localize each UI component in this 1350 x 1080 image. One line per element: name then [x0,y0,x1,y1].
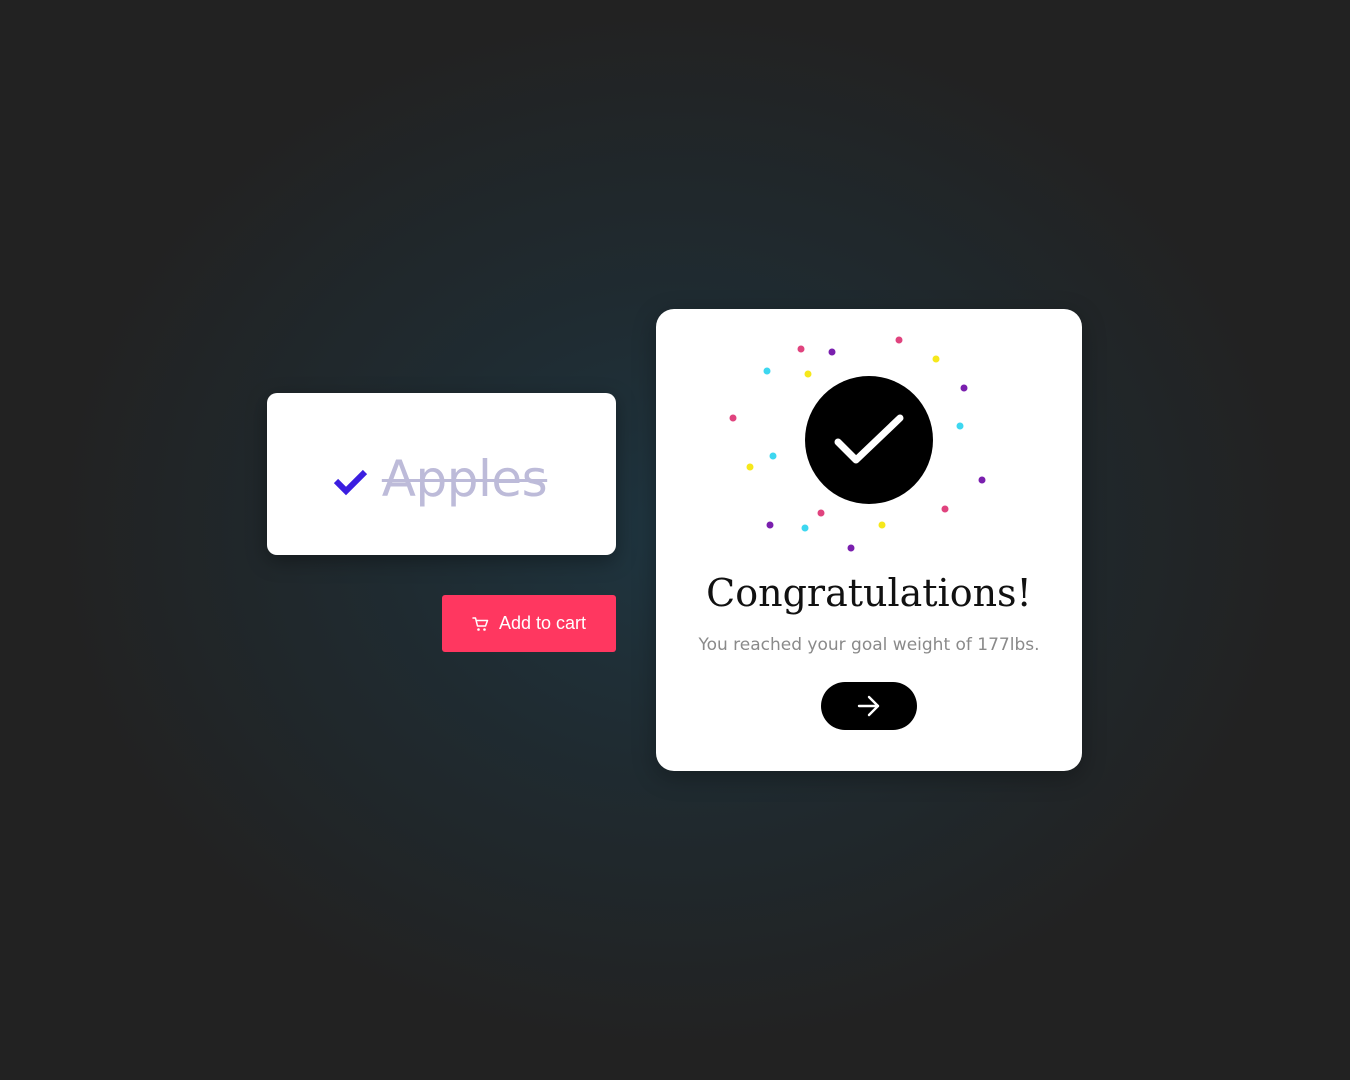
confetti-dot [817,509,825,517]
cart-icon [472,616,489,631]
confetti-dot [769,452,777,460]
congrats-card: Congratulations! You reached your goal w… [656,309,1082,771]
confetti-dot [932,355,940,363]
checkmark-icon[interactable] [332,466,368,496]
confetti-dot [878,521,886,529]
todo-label: Apples [381,450,548,508]
add-to-cart-button[interactable]: Add to cart [442,595,616,652]
todo-card: Apples [267,393,616,555]
next-button[interactable] [821,682,917,730]
success-badge [805,376,933,504]
confetti-dot [941,505,949,513]
confetti-dot [978,476,986,484]
confetti-dot [828,348,836,356]
confetti-dot [797,345,805,353]
confetti-dot [801,524,809,532]
confetti-dot [746,463,754,471]
todo-item[interactable]: Apples [332,450,548,508]
confetti-dot [956,422,964,430]
confetti-dot [847,544,855,552]
confetti-dot [895,336,903,344]
confetti-dot [804,370,812,378]
arrow-right-icon [857,695,880,717]
add-to-cart-label: Add to cart [498,613,587,633]
congrats-message: You reached your goal weight of 177lbs. [698,635,1040,655]
confetti-dot [960,384,968,392]
congrats-title: Congratulations! [706,571,1032,615]
confetti-dot [766,521,774,529]
confetti-dot [729,414,737,422]
checkmark-icon [834,414,904,464]
confetti-dot [763,367,771,375]
